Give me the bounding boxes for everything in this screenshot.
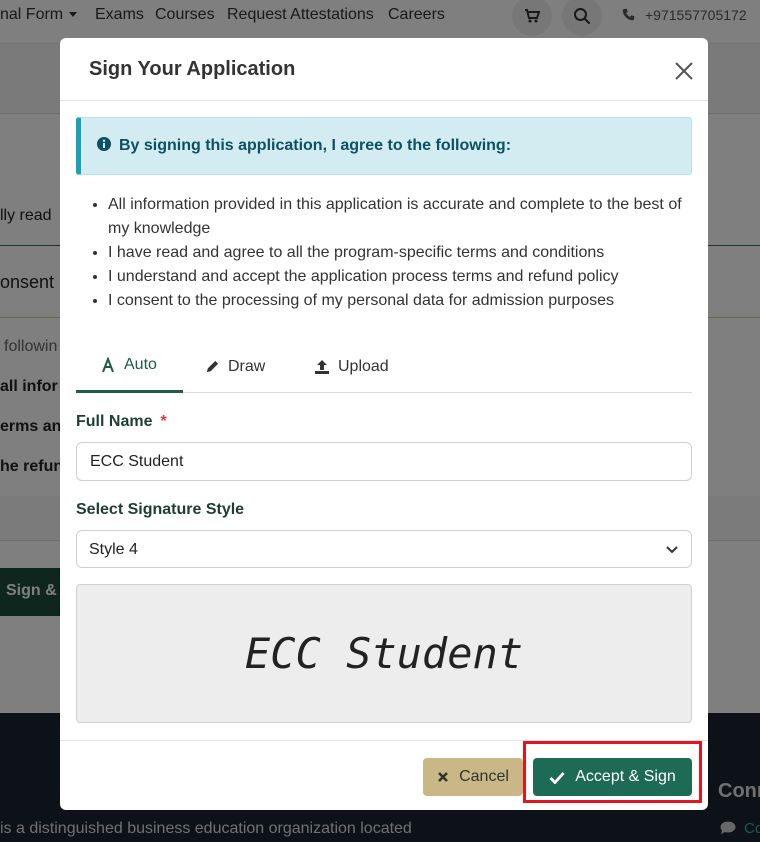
upload-icon — [314, 359, 330, 375]
tab-draw[interactable]: Draw — [205, 340, 265, 393]
signature-preview-text: ECC Student — [244, 629, 524, 678]
terms-list: All information provided in this applica… — [108, 193, 698, 313]
times-icon — [437, 771, 449, 783]
modal-footer: Cancel Accept & Sign — [60, 740, 708, 810]
pencil-icon — [205, 359, 220, 374]
tab-label: Draw — [228, 357, 266, 375]
button-label: Accept & Sign — [575, 768, 676, 785]
tab-upload[interactable]: Upload — [314, 340, 389, 393]
list-item: I understand and accept the application … — [108, 265, 698, 289]
info-circle-icon — [97, 137, 111, 151]
check-icon — [549, 771, 565, 784]
select-value: Style 4 — [89, 541, 138, 558]
chevron-down-icon — [666, 546, 678, 554]
info-alert: By signing this application, I agree to … — [76, 117, 692, 175]
signature-tabs: Auto Draw Upload — [76, 340, 692, 393]
signature-preview: ECC Student — [76, 584, 692, 723]
full-name-input[interactable] — [76, 442, 692, 481]
accept-sign-button[interactable]: Accept & Sign — [533, 758, 692, 796]
signature-style-label: Select Signature Style — [76, 501, 245, 518]
signature-style-select[interactable]: Style 4 — [76, 530, 692, 568]
required-mark: * — [160, 413, 167, 430]
alert-text: By signing this application, I agree to … — [119, 137, 512, 154]
list-item: All information provided in this applica… — [108, 193, 698, 241]
close-icon — [675, 62, 693, 80]
tab-label: Upload — [338, 357, 389, 375]
button-label: Cancel — [459, 768, 509, 785]
cancel-button[interactable]: Cancel — [423, 758, 523, 796]
sign-application-modal: Sign Your Application By signing this ap… — [60, 38, 708, 810]
tab-auto[interactable]: Auto — [76, 340, 183, 393]
list-item: I consent to the processing of my person… — [108, 289, 698, 313]
tab-label: Auto — [124, 356, 157, 373]
full-name-label: Full Name * — [76, 413, 167, 430]
modal-header: Sign Your Application — [60, 38, 708, 101]
modal-title: Sign Your Application — [89, 58, 296, 80]
font-icon — [100, 357, 116, 373]
close-button[interactable] — [671, 58, 697, 84]
list-item: I have read and agree to all the program… — [108, 241, 698, 265]
